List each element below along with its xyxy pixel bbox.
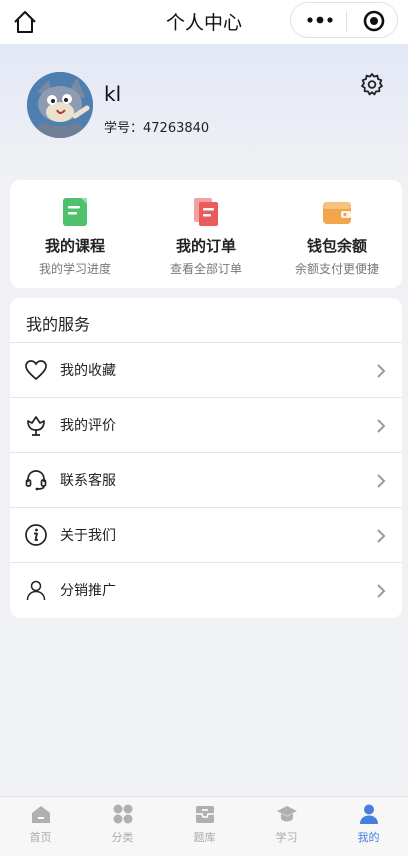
quick-title: 钱包余额: [306, 237, 367, 255]
service-item-favorites[interactable]: 我的收藏: [10, 342, 402, 397]
quick-title: 我的课程: [44, 237, 105, 255]
chevron-right-icon: [377, 529, 386, 543]
tab-label: 我的: [357, 831, 380, 844]
home-tab-icon: [31, 806, 50, 823]
student-id: 学号：47263840: [104, 121, 210, 136]
service-item-distribution[interactable]: 分销推广: [10, 562, 402, 617]
service-label: 分销推广: [60, 583, 116, 599]
tab-question-bank[interactable]: 题库: [164, 797, 245, 855]
quick-subtitle: 余额支付更便捷: [294, 262, 379, 276]
service-item-reviews[interactable]: 我的评价: [10, 397, 402, 452]
quick-title: 我的订单: [175, 237, 236, 255]
tab-label: 分类: [111, 831, 134, 844]
question-bank-icon: [195, 806, 214, 823]
quick-subtitle: 查看全部订单: [169, 262, 242, 276]
chevron-right-icon: [377, 419, 386, 433]
username: kl: [104, 82, 122, 106]
wallet-balance-entry[interactable]: 钱包余额 余额支付更便捷: [272, 180, 402, 288]
headset-icon: [25, 470, 47, 491]
gear-icon[interactable]: [360, 72, 384, 96]
chevron-right-icon: [377, 474, 386, 488]
profile-tab-icon: [359, 804, 378, 824]
heart-icon: [25, 360, 47, 381]
tab-profile[interactable]: 我的: [328, 797, 408, 855]
tab-category[interactable]: 分类: [82, 797, 163, 855]
service-label: 关于我们: [60, 528, 116, 544]
service-item-about[interactable]: 关于我们: [10, 507, 402, 562]
avatar[interactable]: [27, 72, 93, 138]
chevron-right-icon: [377, 364, 386, 378]
my-courses-entry[interactable]: 我的课程 我的学习进度: [10, 180, 140, 288]
quick-subtitle: 我的学习进度: [38, 262, 111, 276]
wallet-icon: [323, 202, 351, 224]
service-label: 我的收藏: [60, 363, 116, 379]
services-card: 我的服务 我的收藏 我的评价 联系客服 关于我们 分销推广: [10, 298, 402, 618]
flower-icon: [27, 416, 45, 436]
order-icon: [194, 198, 218, 226]
person-icon: [26, 580, 46, 601]
tab-study[interactable]: 学习: [246, 797, 327, 855]
profile-header: kl 学号：47263840: [0, 44, 408, 180]
capsule-divider: [346, 11, 347, 31]
info-icon: [25, 524, 47, 546]
category-icon: [113, 804, 132, 824]
tab-home[interactable]: 首页: [0, 797, 81, 855]
bottom-tab-bar: 首页 分类 题库 学习 我的: [0, 796, 408, 856]
tab-label: 学习: [275, 831, 298, 844]
service-label: 我的评价: [60, 418, 116, 434]
chevron-right-icon: [377, 584, 386, 598]
tab-label: 题库: [193, 831, 216, 844]
menu-capsule: [290, 2, 398, 38]
quick-access-card: 我的课程 我的学习进度 我的订单 查看全部订单 钱包余额 余额支付更便捷: [10, 180, 402, 288]
target-icon[interactable]: [363, 10, 385, 32]
study-icon: [276, 806, 297, 822]
service-label: 联系客服: [60, 473, 116, 489]
service-item-support[interactable]: 联系客服: [10, 452, 402, 507]
cat-avatar-icon: [27, 72, 93, 138]
services-title: 我的服务: [26, 315, 91, 334]
my-orders-entry[interactable]: 我的订单 查看全部订单: [141, 180, 271, 288]
tab-label: 首页: [29, 831, 52, 844]
book-icon: [63, 198, 87, 226]
navigation-bar: 个人中心: [0, 0, 408, 44]
more-dots-icon[interactable]: [305, 11, 335, 29]
